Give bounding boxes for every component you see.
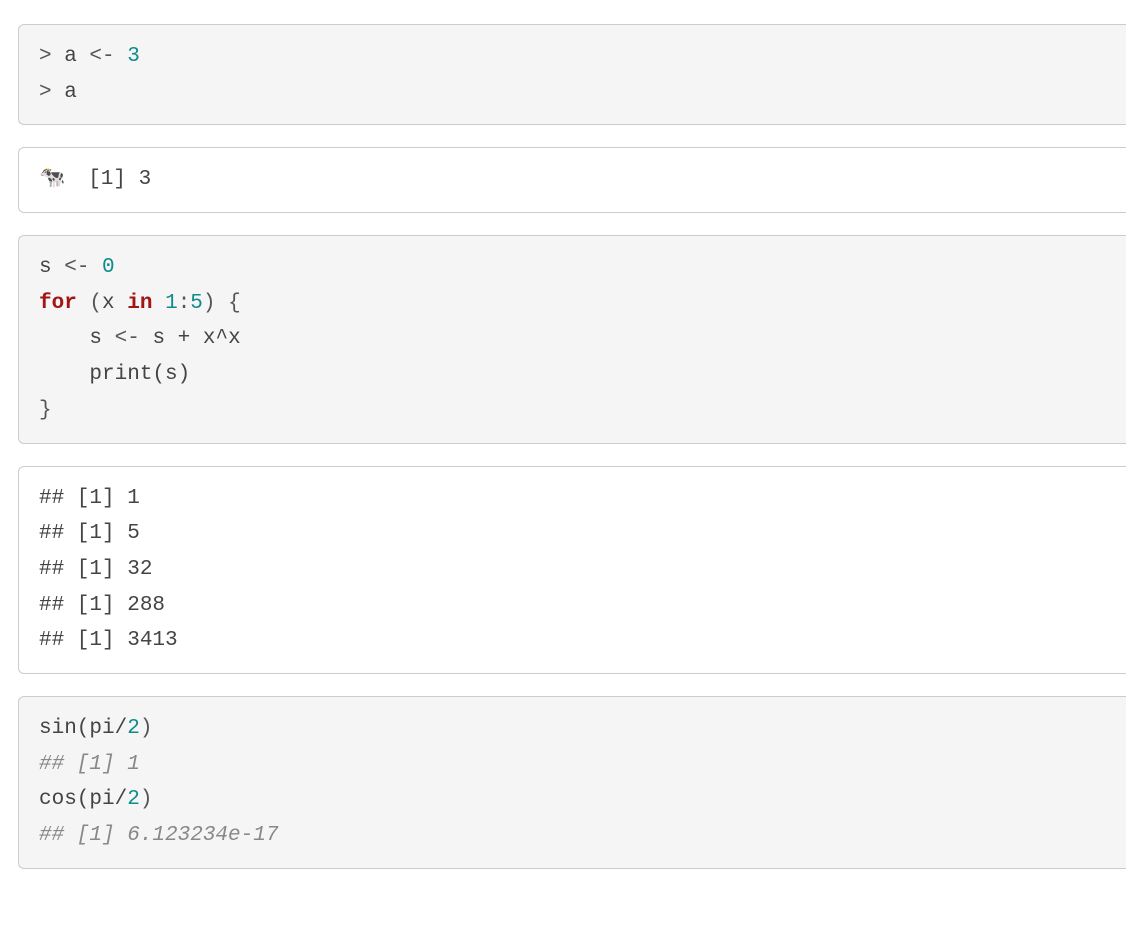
cow-icon: 🐄 bbox=[39, 162, 63, 198]
output-text: [1] 3 bbox=[63, 168, 151, 191]
inline-output: ## [1] 1 bbox=[39, 753, 140, 776]
paren-close: ) bbox=[140, 717, 153, 740]
keyword-for: for bbox=[39, 292, 77, 315]
output-block-2: ## [1] 1 ## [1] 5 ## [1] 32 ## [1] 288 #… bbox=[18, 466, 1126, 674]
page: > a <- 3 > a 🐄 [1] 3 s <- 0 for (x in 1:… bbox=[0, 0, 1126, 948]
paren-close-brace: ) { bbox=[203, 292, 241, 315]
output-line: ## [1] 32 bbox=[39, 558, 152, 581]
variable-x: x bbox=[102, 292, 115, 315]
expression: s + x^x bbox=[152, 327, 240, 350]
prompt: > bbox=[39, 81, 64, 104]
assign-op: <- bbox=[77, 45, 127, 68]
print-call: print(s) bbox=[89, 363, 190, 386]
code-block-1: > a <- 3 > a bbox=[18, 24, 1126, 125]
assign-op: <- bbox=[52, 256, 102, 279]
colon: : bbox=[178, 292, 191, 315]
output-line: ## [1] 1 bbox=[39, 487, 140, 510]
cos-call: cos(pi/ bbox=[39, 788, 127, 811]
paren-open: ( bbox=[77, 292, 102, 315]
variable-s: s bbox=[39, 256, 52, 279]
code-block-3: sin(pi/2) ## [1] 1 cos(pi/2) ## [1] 6.12… bbox=[18, 696, 1126, 869]
keyword-in: in bbox=[127, 292, 152, 315]
brace-close: } bbox=[39, 399, 52, 422]
indent bbox=[39, 363, 89, 386]
code-block-2: s <- 0 for (x in 1:5) { s <- s + x^x pri… bbox=[18, 235, 1126, 443]
space bbox=[152, 292, 165, 315]
indent bbox=[39, 327, 89, 350]
output-block-1: 🐄 [1] 3 bbox=[18, 147, 1126, 213]
literal-2: 2 bbox=[127, 788, 140, 811]
literal-0: 0 bbox=[102, 256, 115, 279]
variable-a: a bbox=[64, 81, 77, 104]
paren-close: ) bbox=[140, 788, 153, 811]
literal-5: 5 bbox=[190, 292, 203, 315]
sin-call: sin(pi/ bbox=[39, 717, 127, 740]
literal-3: 3 bbox=[127, 45, 140, 68]
variable-s: s bbox=[89, 327, 102, 350]
output-line: ## [1] 3413 bbox=[39, 629, 178, 652]
variable-a: a bbox=[64, 45, 77, 68]
output-line: ## [1] 5 bbox=[39, 522, 140, 545]
output-line: ## [1] 288 bbox=[39, 594, 165, 617]
literal-1: 1 bbox=[165, 292, 178, 315]
assign-op: <- bbox=[102, 327, 152, 350]
literal-2: 2 bbox=[127, 717, 140, 740]
prompt: > bbox=[39, 45, 64, 68]
inline-output: ## [1] 6.123234e-17 bbox=[39, 824, 278, 847]
space bbox=[115, 292, 128, 315]
